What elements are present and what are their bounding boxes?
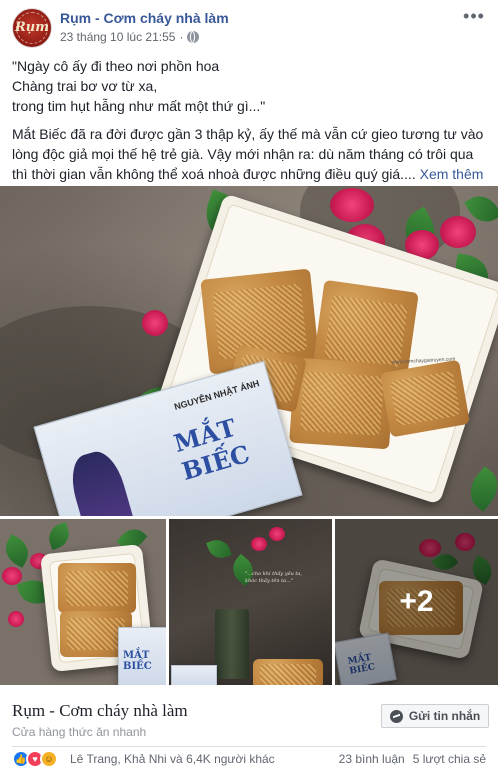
- globe-icon[interactable]: [187, 31, 200, 43]
- calligraphy-text: "...cho khi thấy yêu ta, khóc thấy tên t…: [245, 571, 303, 584]
- divider: [12, 746, 486, 747]
- post-paragraph: Mắt Biếc đã ra đời được gần 3 thập kỷ, ấ…: [12, 124, 488, 184]
- flower: [8, 611, 24, 627]
- avatar-logo-text: Rụm: [14, 20, 49, 35]
- reaction-icons[interactable]: 👍 ♥ ☺: [12, 750, 58, 768]
- jar: [215, 609, 249, 679]
- book: [171, 665, 217, 685]
- post-header: Rụm Rụm - Cơm cháy nhà làm 23 tháng 10 l…: [0, 0, 498, 52]
- book-cover-figure: [64, 446, 141, 516]
- quote-line: Chàng trai bơ vơ từ xa,: [12, 78, 158, 94]
- thumbnail-photo-2[interactable]: "...cho khi thấy yêu ta, khóc thấy tên t…: [169, 519, 332, 685]
- comment-count[interactable]: 23 bình luận: [339, 752, 405, 766]
- reactors-summary[interactable]: Lê Trang, Khả Nhi và 6,4K người khác: [70, 752, 275, 766]
- avatar[interactable]: Rụm: [12, 8, 52, 48]
- book-title: MẮT BIẾC: [123, 650, 152, 672]
- page-name-link[interactable]: Rụm - Cơm cháy nhà làm: [60, 10, 229, 26]
- messenger-icon: [389, 709, 403, 723]
- book-title: MẮT BIẾC: [170, 412, 253, 486]
- flower: [2, 567, 22, 585]
- flower: [440, 216, 476, 248]
- flower: [142, 310, 168, 336]
- more-photos-overlay[interactable]: +2: [335, 519, 498, 685]
- engagement-counts: 23 bình luận 5 lượt chia sẻ: [339, 752, 486, 766]
- footer-page-name-link[interactable]: Rụm - Cơm cháy nhà làm: [12, 701, 188, 721]
- share-count[interactable]: 5 lượt chia sẻ: [413, 752, 486, 766]
- flower: [251, 537, 267, 551]
- rice-cracker: [253, 659, 323, 685]
- post-timestamp[interactable]: 23 tháng 10 lúc 21:55: [60, 30, 175, 44]
- send-message-button[interactable]: Gửi tin nhắn: [381, 704, 489, 728]
- thumbnail-photo-3[interactable]: MẮT BIẾC +2: [335, 519, 498, 685]
- haha-icon: ☺: [40, 750, 58, 768]
- post-meta: 23 tháng 10 lúc 21:55 ·: [60, 30, 200, 44]
- flower: [330, 188, 374, 222]
- leaf: [206, 536, 232, 562]
- leaf: [461, 466, 498, 512]
- send-message-label: Gửi tin nhắn: [408, 709, 481, 723]
- post-paragraph-text: Mắt Biếc đã ra đời được gần 3 thập kỷ, ấ…: [12, 126, 484, 182]
- more-options-icon[interactable]: •••: [462, 7, 486, 30]
- rice-cracker: [289, 357, 395, 450]
- see-more-link[interactable]: Xem thêm: [420, 166, 484, 182]
- leaf: [44, 521, 74, 551]
- main-photo[interactable]: www.comchaygiatruyen.com NGUYỄN NHẬT ÁNH…: [0, 186, 498, 516]
- rice-cracker: [58, 563, 136, 613]
- post-card: Rụm Rụm - Cơm cháy nhà làm 23 tháng 10 l…: [0, 0, 498, 784]
- leaf: [0, 534, 35, 568]
- rice-cracker: [379, 359, 471, 438]
- book: MẮT BIẾC: [118, 627, 166, 685]
- quote-line: trong tim hụt hẫng như mất một thứ gì...…: [12, 98, 266, 114]
- quote-line: "Ngày cô ấy đi theo nơi phồn hoa: [12, 58, 220, 74]
- post-body: "Ngày cô ấy đi theo nơi phồn hoa Chàng t…: [12, 56, 488, 184]
- page-category: Cửa hàng thức ăn nhanh: [12, 725, 147, 739]
- thumbnail-photo-1[interactable]: MẮT BIẾC: [0, 519, 166, 685]
- flower: [269, 527, 285, 541]
